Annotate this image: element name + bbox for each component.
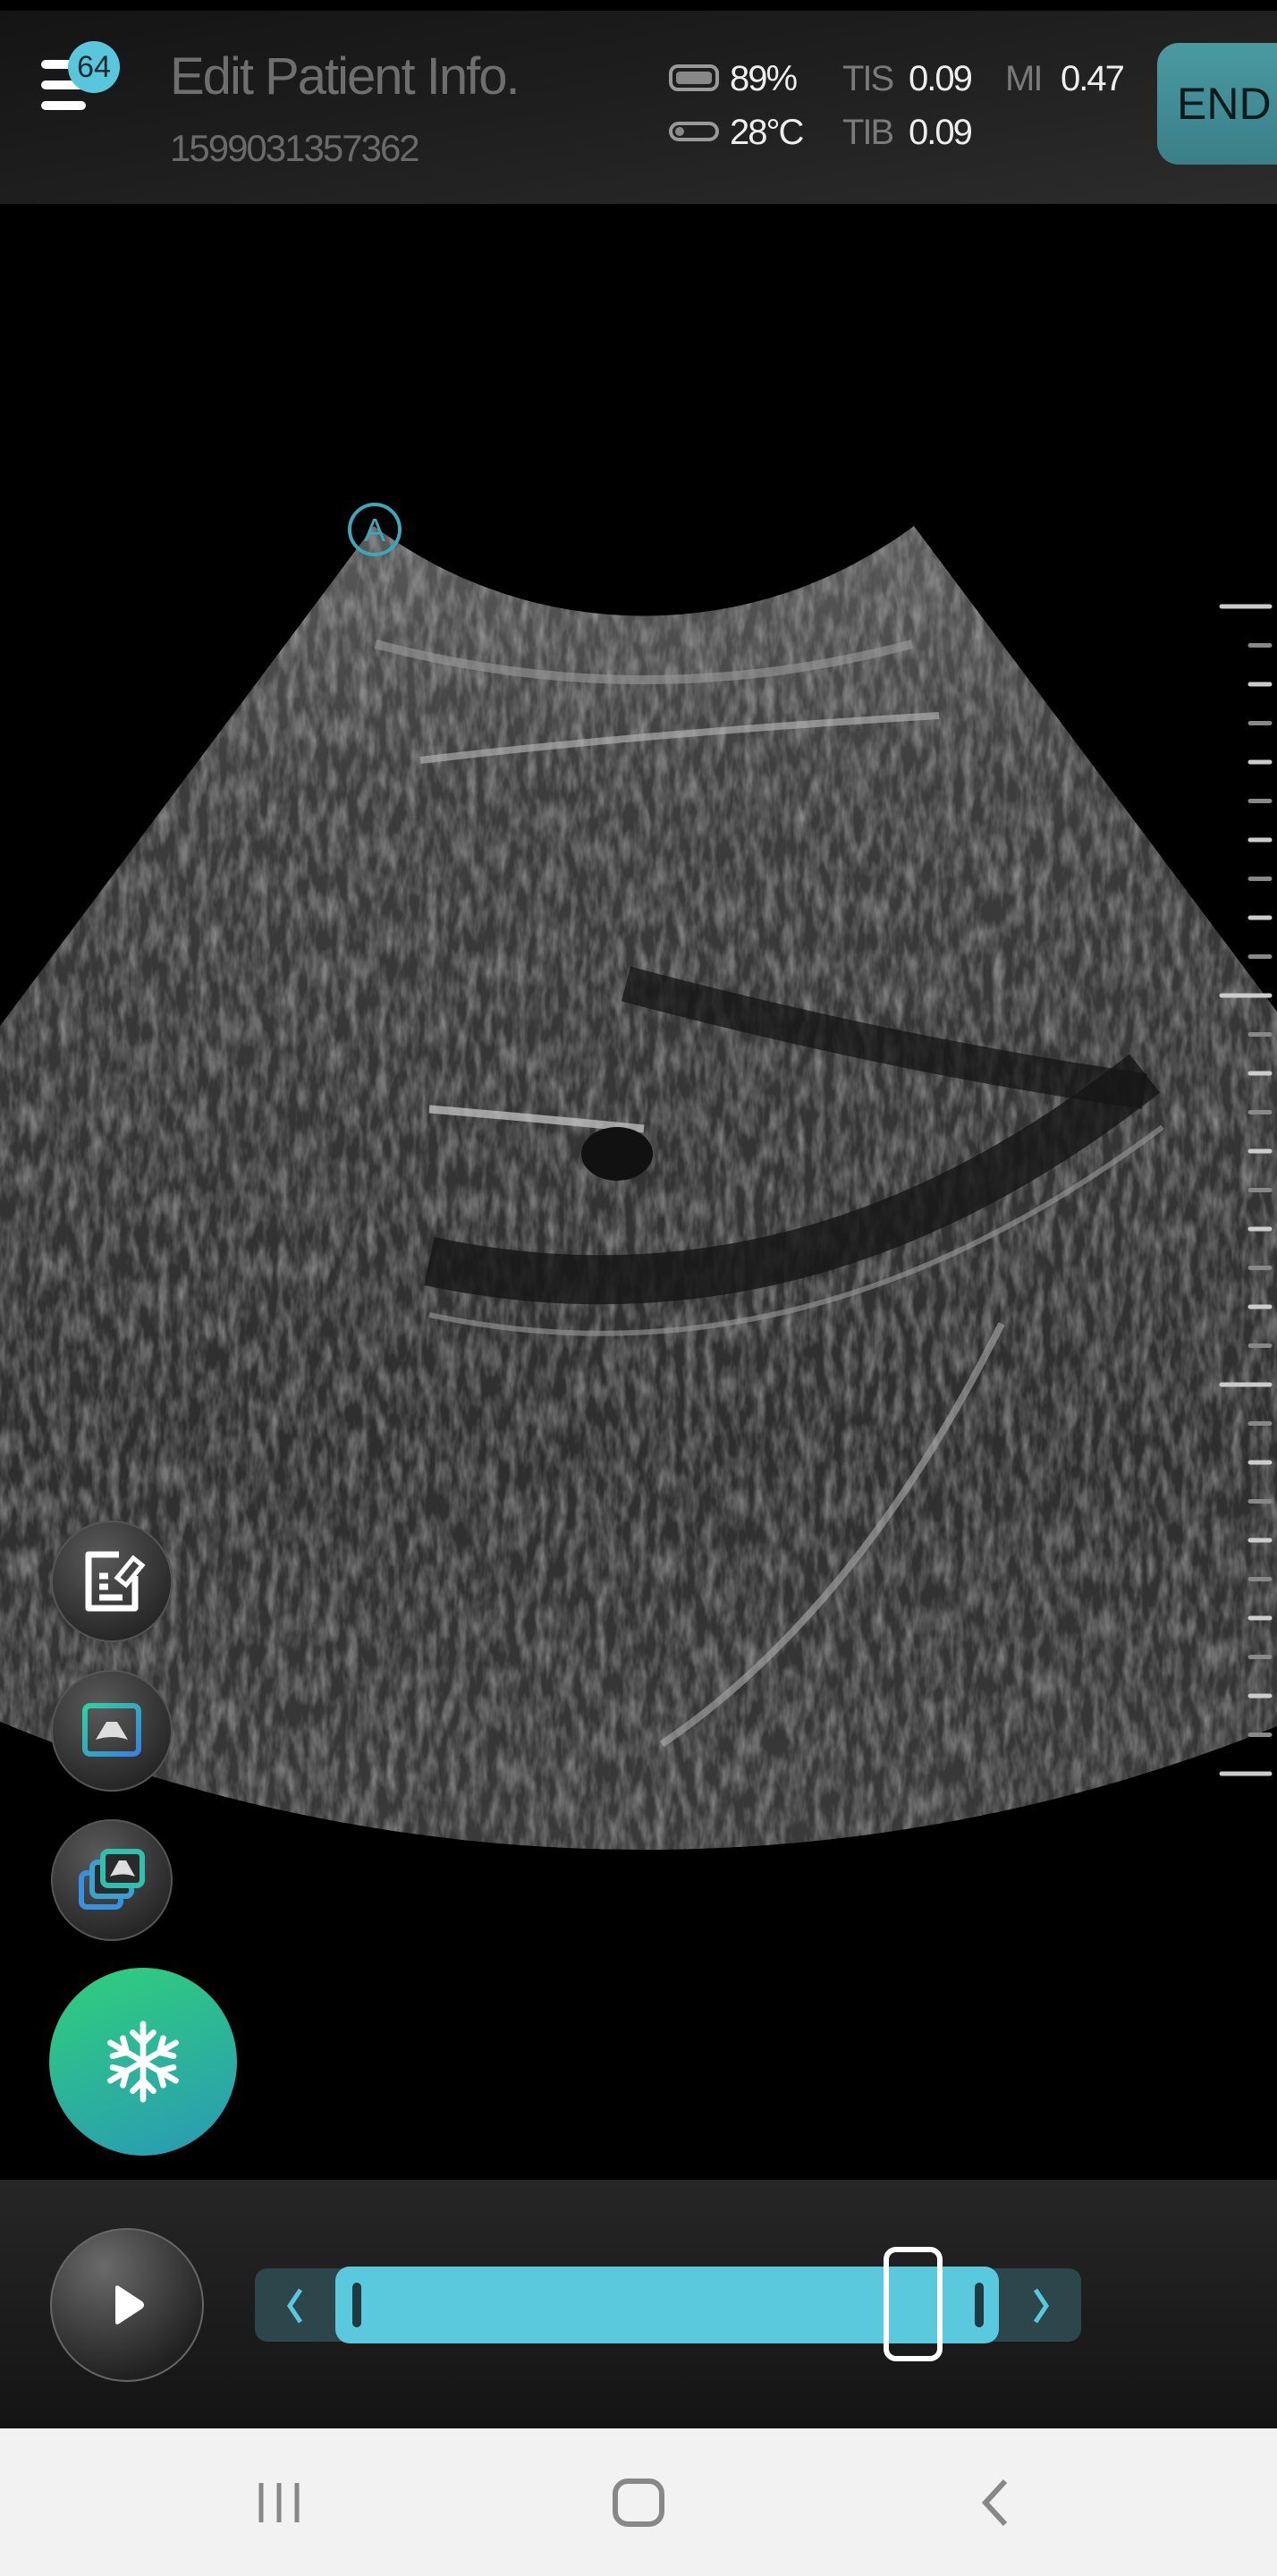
battery-icon bbox=[669, 64, 719, 91]
play-button[interactable] bbox=[50, 2228, 204, 2382]
orientation-marker: A bbox=[348, 503, 402, 556]
range-end-handle[interactable] bbox=[975, 2283, 984, 2327]
single-image-icon bbox=[82, 1703, 141, 1757]
recent-apps-icon[interactable] bbox=[256, 2479, 302, 2526]
chevron-left-icon[interactable] bbox=[284, 2286, 306, 2326]
edit-patient-info-link[interactable]: Edit Patient Info. bbox=[170, 47, 520, 106]
chevron-right-icon[interactable] bbox=[1030, 2286, 1052, 2326]
tis-label: TIS bbox=[842, 59, 894, 98]
range-start-handle[interactable] bbox=[352, 2283, 361, 2327]
annotate-icon bbox=[85, 1551, 146, 1612]
single-image-button[interactable] bbox=[51, 1670, 173, 1792]
menu-icon-bar bbox=[41, 101, 86, 110]
tib-value: 0.09 bbox=[909, 113, 973, 152]
mi-value: 0.47 bbox=[1061, 59, 1125, 98]
system-nav-bar bbox=[0, 2428, 1277, 2576]
probe-temperature: 28°C bbox=[730, 113, 804, 152]
probe-temperature-icon bbox=[669, 122, 719, 141]
end-exam-button[interactable]: END bbox=[1157, 43, 1277, 165]
play-icon bbox=[115, 2285, 144, 2325]
back-icon[interactable] bbox=[978, 2478, 1011, 2528]
tib-label: TIB bbox=[842, 113, 894, 152]
menu-badge: 64 bbox=[68, 41, 120, 93]
ultrasound-image[interactable]: A bbox=[0, 204, 1277, 2180]
patient-id: 1599031357362 bbox=[170, 127, 420, 169]
freeze-button[interactable] bbox=[49, 1968, 237, 2156]
snowflake-icon bbox=[107, 2021, 179, 2103]
tis-value: 0.09 bbox=[909, 59, 973, 98]
cine-playhead[interactable] bbox=[883, 2247, 943, 2361]
battery-level: 89% bbox=[730, 59, 798, 98]
svg-text:A: A bbox=[364, 512, 385, 548]
mi-label: MI bbox=[1005, 59, 1043, 98]
home-icon[interactable] bbox=[612, 2478, 665, 2528]
multi-image-button[interactable] bbox=[51, 1819, 173, 1941]
annotate-button[interactable] bbox=[51, 1521, 173, 1642]
multi-image-icon bbox=[79, 1849, 145, 1910]
